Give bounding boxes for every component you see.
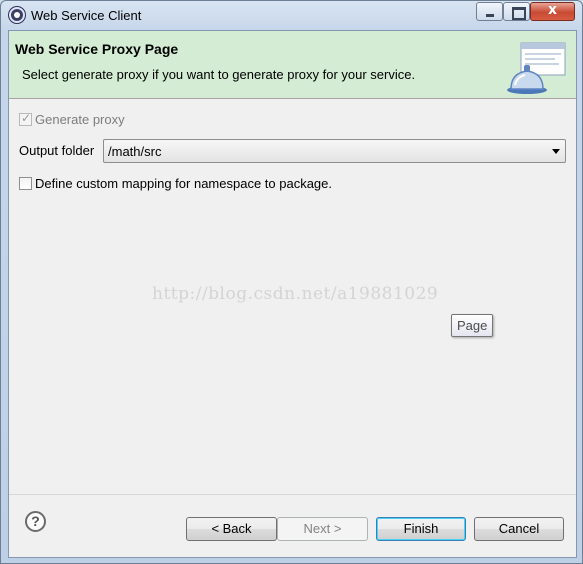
- back-button[interactable]: < Back: [186, 517, 277, 541]
- page-description: Select generate proxy if you want to gen…: [22, 67, 416, 82]
- next-button[interactable]: Next >: [277, 517, 368, 541]
- close-icon: x: [547, 2, 558, 18]
- cancel-button[interactable]: Cancel: [474, 517, 564, 541]
- wizard-content: Generate proxy Output folder /math/src D…: [9, 101, 576, 496]
- output-folder-value: /math/src: [108, 144, 162, 159]
- page-tooltip: Page: [451, 314, 494, 337]
- button-bar: ? < Back Next > Finish Cancel: [9, 494, 576, 557]
- title-bar[interactable]: Web Service Client x: [1, 1, 582, 30]
- dialog-window: Web Service Client x Web Service Proxy P…: [0, 0, 583, 564]
- close-button[interactable]: x: [530, 2, 575, 21]
- generate-proxy-row: Generate proxy: [19, 111, 125, 127]
- generate-proxy-checkbox[interactable]: [19, 111, 32, 127]
- chevron-down-icon[interactable]: [552, 149, 560, 154]
- output-folder-select[interactable]: /math/src: [103, 139, 566, 163]
- output-folder-label: Output folder: [19, 143, 95, 158]
- wizard-banner: Web Service Proxy Page Select generate p…: [9, 31, 576, 99]
- help-icon[interactable]: ?: [25, 511, 46, 532]
- custom-mapping-row: Define custom mapping for namespace to p…: [19, 175, 332, 191]
- maximize-button[interactable]: [503, 2, 530, 21]
- page-title: Web Service Proxy Page: [15, 41, 179, 57]
- custom-mapping-label: Define custom mapping for namespace to p…: [35, 176, 333, 192]
- generate-proxy-label: Generate proxy: [35, 112, 125, 128]
- window-title: Web Service Client: [31, 8, 142, 23]
- web-service-bell-icon: [507, 42, 566, 94]
- custom-mapping-checkbox[interactable]: [19, 177, 32, 191]
- minimize-button[interactable]: [476, 2, 503, 21]
- watermark-text: http://blog.csdn.net/a19881029: [152, 284, 439, 304]
- eclipse-app-icon: [9, 7, 25, 23]
- finish-button[interactable]: Finish: [376, 517, 466, 541]
- dialog-client-area: Web Service Proxy Page Select generate p…: [8, 30, 577, 558]
